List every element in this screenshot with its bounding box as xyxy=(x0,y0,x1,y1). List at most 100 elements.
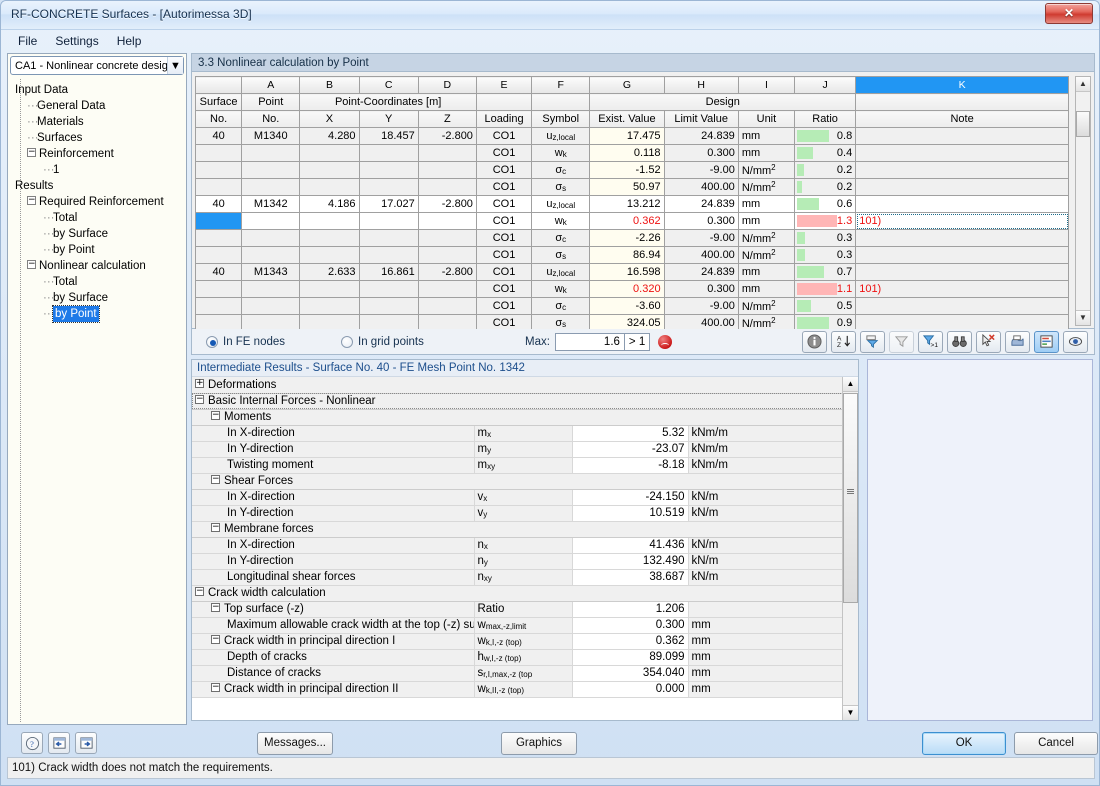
graphics-button[interactable]: Graphics xyxy=(501,731,577,755)
select-pointer-icon[interactable] xyxy=(976,330,1001,353)
cell-z[interactable]: -2.800 xyxy=(417,127,477,145)
intermediate-row[interactable]: − Crack width calculation xyxy=(192,585,844,602)
cell-z[interactable] xyxy=(417,246,477,264)
cell-x[interactable]: 2.633 xyxy=(299,263,360,281)
table-row[interactable]: 40 M1343 2.633 16.861 -2.800 CO1 uz,local 16.59… xyxy=(194,263,1069,281)
cell-limit-value[interactable]: 0.300 xyxy=(663,212,739,230)
info-icon[interactable] xyxy=(802,330,827,353)
cell-limit-value[interactable]: 24.839 xyxy=(663,263,739,281)
cell-point-no[interactable] xyxy=(241,144,301,162)
tree-expander-icon[interactable]: − xyxy=(211,523,220,533)
sort-az-icon[interactable]: AZ xyxy=(831,330,856,353)
visibility-icon[interactable] xyxy=(1063,330,1088,353)
table-row[interactable]: CO1 wk 0.320 0.300 mm 1.1 101) xyxy=(194,280,1069,298)
table-row[interactable]: 40 M1342 4.186 17.027 -2.800 CO1 uz,local 13.21… xyxy=(194,195,1069,213)
intermediate-row[interactable]: In Y-direction ny 132.490 kN/m xyxy=(192,553,844,570)
cell-note[interactable] xyxy=(855,161,1069,179)
scroll-down-icon[interactable]: ▼ xyxy=(1076,310,1090,325)
cell-symbol[interactable]: wk xyxy=(531,144,591,162)
sidebar-item-surfaces[interactable]: ···Surfaces xyxy=(13,130,185,146)
intermediate-results-scrollbar[interactable]: ▲ ▼ xyxy=(842,377,858,720)
sidebar-item-by-surface[interactable]: ···by Surface xyxy=(13,226,185,242)
intermediate-row[interactable]: − Crack width in principal direction II wk… xyxy=(192,681,844,698)
cell-y[interactable] xyxy=(358,280,419,298)
cell-exist-value[interactable]: -3.60 xyxy=(589,297,665,315)
close-button[interactable]: ✕ xyxy=(1045,3,1093,24)
binoculars-icon[interactable] xyxy=(947,330,972,353)
cell-limit-value[interactable]: 0.300 xyxy=(663,144,739,162)
sidebar-item-reinforcement[interactable]: − Reinforcement xyxy=(13,146,185,162)
print-icon[interactable] xyxy=(1005,330,1030,353)
cell-x[interactable]: 4.280 xyxy=(299,127,360,145)
cell-y[interactable] xyxy=(358,161,419,179)
column-letter-F[interactable]: F xyxy=(531,76,591,94)
scroll-up-icon[interactable]: ▲ xyxy=(1076,77,1090,92)
cell-ratio[interactable]: 0.3 xyxy=(793,246,857,264)
cell-ratio[interactable]: 0.8 xyxy=(793,127,857,145)
cell-surface-no[interactable] xyxy=(194,246,243,264)
intermediate-row[interactable]: − Moments xyxy=(192,409,844,426)
radio-in-fe-nodes[interactable]: In FE nodes xyxy=(206,335,285,348)
cell-surface-no[interactable] xyxy=(194,280,243,298)
intermediate-row[interactable]: − Crack width in principal direction Iwk,… xyxy=(192,633,844,650)
table-row[interactable]: CO1 σs 86.94 400.00 N/mm2 0.3 xyxy=(194,246,1069,264)
cell-exist-value[interactable]: 86.94 xyxy=(589,246,665,264)
sidebar-item-by-point[interactable]: ···by Point xyxy=(13,242,185,258)
cell-z[interactable] xyxy=(417,229,477,247)
tree-expander-icon[interactable]: + xyxy=(195,379,204,389)
cell-unit[interactable]: mm xyxy=(737,144,796,162)
cell-exist-value[interactable]: -1.52 xyxy=(589,161,665,179)
cell-note[interactable] xyxy=(855,178,1069,196)
cell-point-no[interactable]: M1340 xyxy=(241,127,301,145)
cell-symbol[interactable]: σc xyxy=(531,229,591,247)
cell-point-no[interactable] xyxy=(241,161,301,179)
intermediate-row[interactable]: Maximum allowable crack width at the top… xyxy=(192,617,844,634)
cell-ratio[interactable]: 1.3 xyxy=(793,212,857,230)
cell-ratio[interactable]: 0.2 xyxy=(793,178,857,196)
cell-point-no[interactable] xyxy=(241,280,301,298)
cell-surface-no[interactable] xyxy=(194,297,243,315)
cell-loading[interactable]: CO1 xyxy=(475,280,533,298)
intermediate-row[interactable]: − Shear Forces xyxy=(192,473,844,490)
grid-vertical-scrollbar[interactable]: ▲ ▼ xyxy=(1075,76,1091,326)
cell-symbol[interactable]: wk xyxy=(531,212,591,230)
sidebar-item-total[interactable]: ···Total xyxy=(13,210,185,226)
cell-unit[interactable]: mm xyxy=(737,280,796,298)
cell-point-no[interactable] xyxy=(241,246,301,264)
column-letter-D[interactable]: D xyxy=(417,76,477,94)
cell-y[interactable] xyxy=(358,144,419,162)
cell-z[interactable]: -2.800 xyxy=(417,263,477,281)
cell-y[interactable] xyxy=(358,246,419,264)
cell-z[interactable] xyxy=(417,161,477,179)
cell-x[interactable] xyxy=(299,161,360,179)
intermediate-row[interactable]: Twisting moment mxy -8.18 kNm/m xyxy=(192,457,844,474)
cell-unit[interactable]: N/mm2 xyxy=(737,229,796,247)
sidebar-item-total[interactable]: ···Total xyxy=(13,274,185,290)
tree-expander-icon[interactable]: − xyxy=(211,603,220,613)
intermediate-row[interactable]: − Basic Internal Forces - Nonlinear xyxy=(192,393,844,410)
filter-gt1-icon[interactable]: >1 xyxy=(918,330,943,353)
cell-point-no[interactable] xyxy=(241,212,301,230)
cell-y[interactable] xyxy=(358,178,419,196)
intermediate-group-cell[interactable]: + Deformations xyxy=(192,377,844,394)
column-letter-G[interactable]: G xyxy=(589,76,665,94)
cell-ratio[interactable]: 1.1 xyxy=(793,280,857,298)
column-letter-row[interactable] xyxy=(194,76,243,94)
table-row[interactable]: CO1 wk 0.118 0.300 mm 0.4 xyxy=(194,144,1069,162)
cell-symbol[interactable]: σs xyxy=(531,246,591,264)
tree-expander-icon[interactable]: − xyxy=(211,683,220,693)
sidebar-item-general-data[interactable]: ···General Data xyxy=(13,98,185,114)
cell-note[interactable] xyxy=(855,195,1069,213)
cell-x[interactable] xyxy=(299,229,360,247)
cell-loading[interactable]: CO1 xyxy=(475,144,533,162)
cell-exist-value[interactable]: 0.362 xyxy=(589,212,665,230)
cell-symbol[interactable]: uz,local xyxy=(531,195,591,213)
cell-note[interactable] xyxy=(855,127,1069,145)
intermediate-group-cell[interactable]: − Moments xyxy=(192,409,844,426)
intermediate-row[interactable]: In X-direction vx -24.150 kN/m xyxy=(192,489,844,506)
cell-unit[interactable]: N/mm2 xyxy=(737,297,796,315)
cell-y[interactable]: 18.457 xyxy=(358,127,419,145)
cell-surface-no[interactable] xyxy=(194,144,243,162)
cell-ratio[interactable]: 0.5 xyxy=(793,297,857,315)
cell-limit-value[interactable]: 24.839 xyxy=(663,195,739,213)
